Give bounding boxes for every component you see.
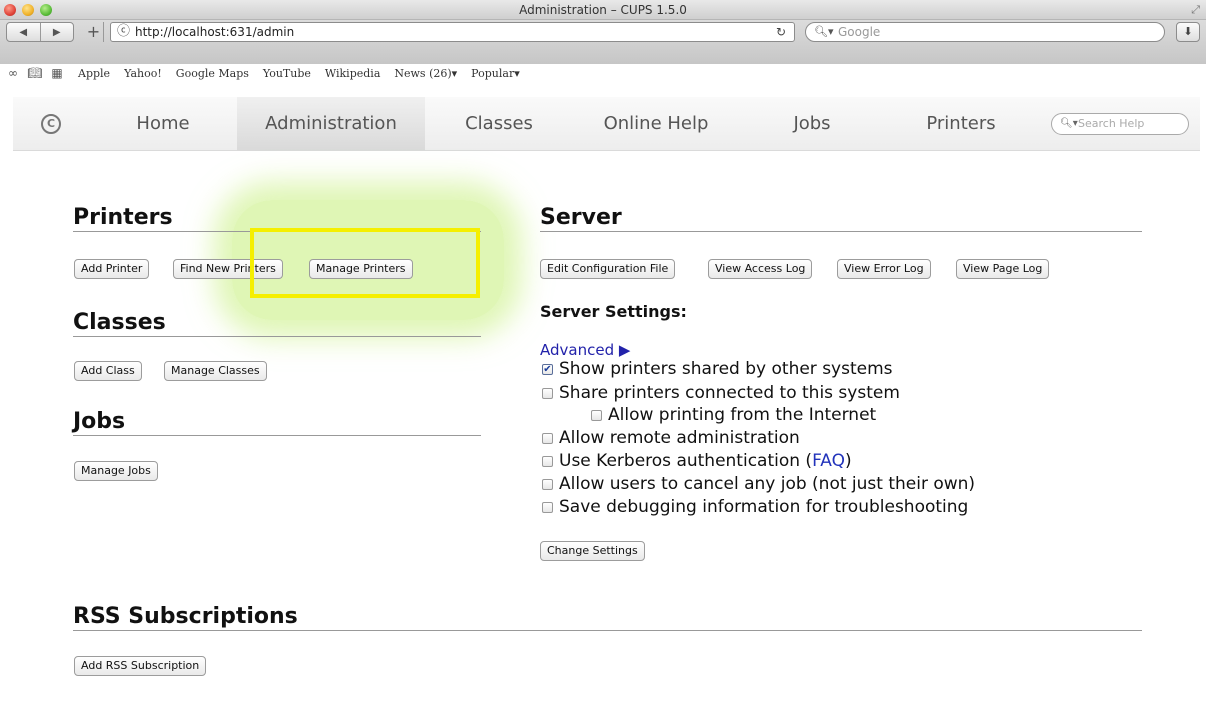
add-printer-button[interactable]: Add Printer xyxy=(74,259,150,279)
bookmark-wikipedia[interactable]: Wikipedia xyxy=(325,67,380,80)
option-label: Use Kerberos authentication ( xyxy=(559,451,813,471)
cancel-any-job-checkbox[interactable] xyxy=(542,478,553,490)
option-allow-internet-printing: Allow printing from the Internet xyxy=(591,405,876,425)
bookmarks-book-icon[interactable]: 📖︎ xyxy=(24,66,46,80)
plus-icon: + xyxy=(86,22,101,41)
option-label: Show printers shared by other systems xyxy=(559,359,893,379)
view-page-log-button[interactable]: View Page Log xyxy=(956,259,1050,279)
option-label: Save debugging information for troublesh… xyxy=(559,497,969,517)
bookmark-youtube[interactable]: YouTube xyxy=(263,67,311,80)
faq-link[interactable]: FAQ xyxy=(812,451,845,471)
share-printers-checkbox[interactable] xyxy=(542,387,553,399)
change-settings-button[interactable]: Change Settings xyxy=(540,541,645,561)
option-debug-logging: Save debugging information for troublesh… xyxy=(542,497,968,517)
option-remote-admin: Allow remote administration xyxy=(542,428,800,448)
reading-list-icon[interactable]: ∞ xyxy=(2,66,24,80)
tab-classes[interactable]: Classes xyxy=(425,97,573,151)
show-shared-printers-checkbox[interactable]: ✔ xyxy=(542,363,553,375)
cups-nav-bar: C Home Administration Classes Online Hel… xyxy=(13,96,1200,151)
help-search-placeholder: Search Help xyxy=(1078,116,1145,130)
window-title: Administration – CUPS 1.5.0 xyxy=(519,3,687,17)
top-sites-grid-icon[interactable]: ▦ xyxy=(46,66,68,80)
download-icon: ⬇ xyxy=(1183,25,1193,38)
tab-administration[interactable]: Administration xyxy=(237,96,425,151)
advanced-link[interactable]: Advanced ▶ xyxy=(540,341,630,359)
edit-configuration-file-button[interactable]: Edit Configuration File xyxy=(540,259,676,279)
cups-logo[interactable]: C xyxy=(13,97,89,151)
classes-heading: Classes xyxy=(73,310,481,337)
jobs-heading: Jobs xyxy=(73,409,481,436)
option-share-printers: Share printers connected to this system xyxy=(542,383,900,403)
search-icon: 🔍︎▾ xyxy=(814,25,834,38)
fullscreen-icon[interactable]: ⤢ xyxy=(1191,3,1200,17)
bookmark-yahoo[interactable]: Yahoo! xyxy=(124,67,162,80)
option-cancel-any-job: Allow users to cancel any job (not just … xyxy=(542,474,975,494)
forward-button[interactable]: ▶ xyxy=(39,23,74,41)
forward-arrow-icon: ▶ xyxy=(52,26,61,38)
address-bar-url: http://localhost:631/admin xyxy=(135,25,295,39)
option-label: Allow remote administration xyxy=(559,428,800,448)
tab-printers[interactable]: Printers xyxy=(885,97,1037,151)
downloads-button[interactable]: ⬇ xyxy=(1176,22,1200,42)
debug-logging-checkbox[interactable] xyxy=(542,501,553,513)
manage-jobs-button[interactable]: Manage Jobs xyxy=(74,461,158,481)
server-settings-heading: Server Settings: xyxy=(540,302,687,321)
add-rss-subscription-button[interactable]: Add RSS Subscription xyxy=(74,656,207,676)
site-favicon-icon: ⓒ xyxy=(117,24,131,39)
browser-search-placeholder: Google xyxy=(838,25,881,39)
browser-search-field[interactable]: 🔍︎▾ Google xyxy=(805,22,1165,42)
back-forward-group: ◀ ▶ xyxy=(6,22,74,42)
add-class-button[interactable]: Add Class xyxy=(74,361,142,381)
reload-icon[interactable]: ↻ xyxy=(776,23,786,41)
help-search-input[interactable]: 🔍︎▾ Search Help xyxy=(1051,112,1189,135)
option-show-shared-printers: ✔ Show printers shared by other systems xyxy=(542,359,893,379)
back-button[interactable]: ◀ xyxy=(7,23,40,41)
search-icon: 🔍︎▾ xyxy=(1060,117,1078,129)
window-titlebar: Administration – CUPS 1.5.0 ⤢ xyxy=(0,0,1206,20)
manage-classes-button[interactable]: Manage Classes xyxy=(164,361,267,381)
view-access-log-button[interactable]: View Access Log xyxy=(708,259,813,279)
bookmarks-bar: ∞ 📖︎ ▦ Apple Yahoo! Google Maps YouTube … xyxy=(0,62,1206,84)
option-label: Allow printing from the Internet xyxy=(608,405,877,425)
browser-toolbar: ◀ ▶ + ⓒ http://localhost:631/admin ↻ 🔍︎▾… xyxy=(0,20,1206,80)
highlight-box xyxy=(250,228,480,298)
tab-home[interactable]: Home xyxy=(89,97,237,151)
bookmark-apple[interactable]: Apple xyxy=(78,67,110,80)
bookmark-google-maps[interactable]: Google Maps xyxy=(176,67,249,80)
bookmark-popular[interactable]: Popular▾ xyxy=(471,67,520,80)
kerberos-checkbox[interactable] xyxy=(542,455,553,467)
cups-logo-icon: C xyxy=(41,113,61,134)
server-heading: Server xyxy=(540,205,1142,232)
address-bar[interactable]: ⓒ http://localhost:631/admin ↻ xyxy=(110,22,795,42)
option-kerberos: Use Kerberos authentication (FAQ) xyxy=(542,451,852,471)
add-bookmark-button[interactable]: + xyxy=(84,22,104,42)
view-error-log-button[interactable]: View Error Log xyxy=(837,259,931,279)
back-arrow-icon: ◀ xyxy=(19,26,28,38)
tab-jobs[interactable]: Jobs xyxy=(739,97,885,151)
remote-admin-checkbox[interactable] xyxy=(542,432,553,444)
bookmark-news[interactable]: News (26)▾ xyxy=(394,67,457,80)
option-label-suffix: ) xyxy=(845,451,852,471)
option-label: Allow users to cancel any job (not just … xyxy=(559,474,976,494)
rss-subscriptions-heading: RSS Subscriptions xyxy=(73,604,1142,631)
option-label: Share printers connected to this system xyxy=(559,383,900,403)
tab-online-help[interactable]: Online Help xyxy=(573,97,739,151)
allow-internet-printing-checkbox[interactable] xyxy=(591,409,602,421)
